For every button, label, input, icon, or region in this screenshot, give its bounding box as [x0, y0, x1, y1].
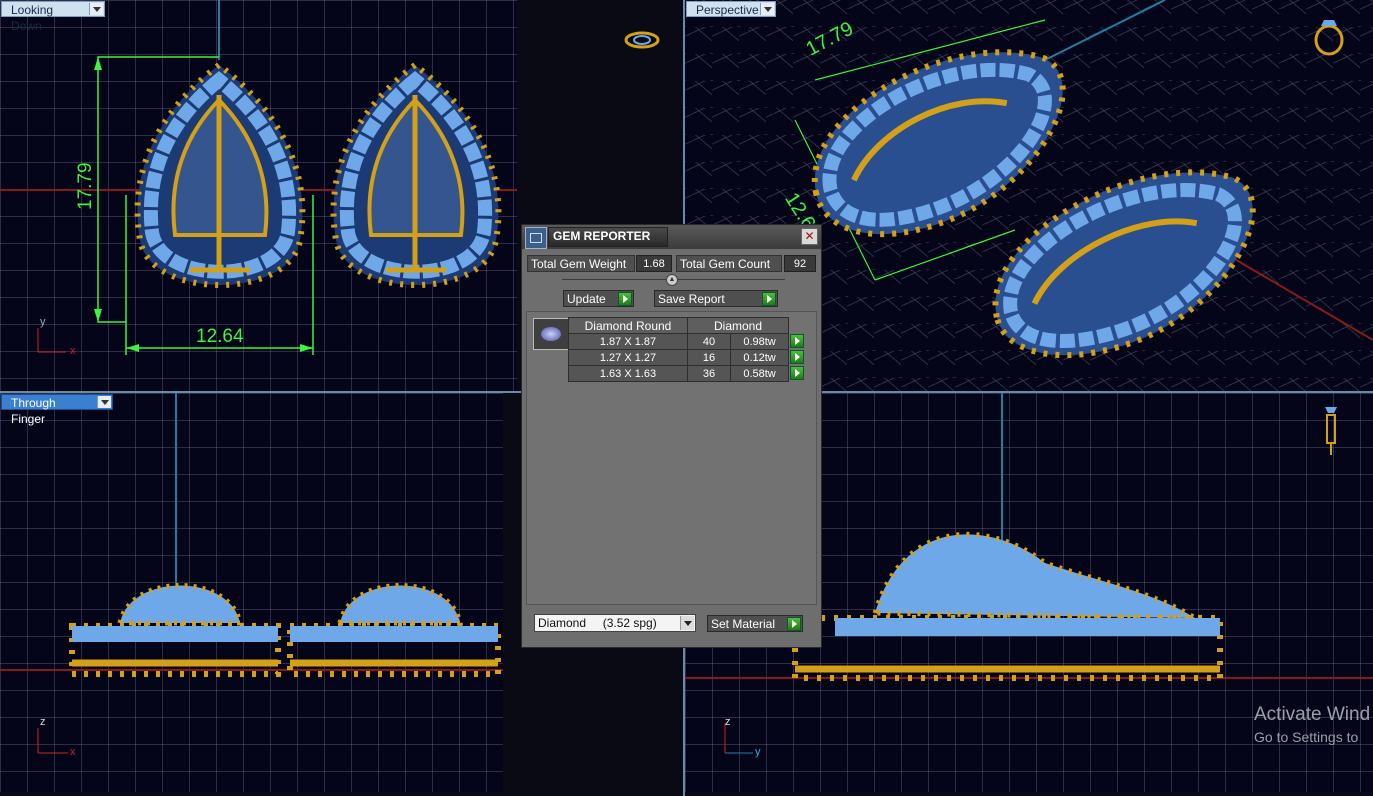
- go-arrow-icon: [790, 349, 804, 364]
- dropdown-arrow-icon[interactable]: [680, 616, 694, 630]
- row-go-button[interactable]: [789, 365, 807, 382]
- ring-side-icon: [1325, 407, 1337, 455]
- axis-z-label: z: [40, 716, 46, 728]
- viewport-tab-perspective[interactable]: Perspective: [686, 1, 776, 17]
- material-select[interactable]: Diamond (3.52 spg): [534, 614, 696, 632]
- dropdown-arrow-icon[interactable]: [89, 3, 103, 15]
- gem-reporter-dialog: GEM REPORTER ✕ Total Gem Weight 1.68 Tot…: [521, 224, 822, 648]
- dialog-title: GEM REPORTER: [548, 227, 668, 247]
- gem-weight: 0.12tw: [730, 349, 789, 366]
- go-arrow-icon: [618, 292, 632, 306]
- dropdown-arrow-icon[interactable]: [760, 3, 774, 15]
- gem-count: 40: [686, 333, 732, 350]
- dialog-titlebar[interactable]: GEM REPORTER ✕: [522, 225, 821, 249]
- viewport-tab-looking-down[interactable]: Looking Down: [1, 1, 105, 33]
- update-label: Update: [567, 292, 606, 306]
- gem-count: 16: [686, 349, 732, 366]
- ring-perspective-icon: [1314, 20, 1344, 56]
- gem-table: Diamond Round Diamond 1.87 X 1.87 40 0.9…: [568, 317, 807, 382]
- axis-y-label: y: [755, 746, 761, 758]
- dropdown-arrow-icon[interactable]: [97, 396, 111, 408]
- gem-size: 1.63 X 1.63: [568, 365, 688, 382]
- viewport-looking-down[interactable]: 17.79 12.64 y x Looking Down: [0, 0, 517, 391]
- go-arrow-icon: [790, 333, 804, 348]
- set-material-label: Set Material: [711, 617, 776, 631]
- gem-list-panel: Diamond Round Diamond 1.87 X 1.87 40 0.9…: [526, 311, 817, 605]
- activation-watermark-title: Activate Wind: [1254, 704, 1371, 725]
- dimension-height: 17.79: [75, 162, 96, 210]
- set-material-button[interactable]: Set Material: [707, 615, 803, 632]
- ring-top-icon: [624, 31, 660, 49]
- table-row[interactable]: 1.63 X 1.63 36 0.58tw: [568, 365, 807, 382]
- total-gem-weight-value: 1.68: [636, 255, 672, 272]
- material-select-value: Diamond (3.52 spg): [538, 616, 657, 630]
- total-gem-weight-label: Total Gem Weight: [527, 255, 635, 272]
- go-arrow-icon: [762, 292, 776, 306]
- gem-size: 1.27 X 1.27: [568, 349, 688, 366]
- collapse-icon[interactable]: ▲: [666, 274, 678, 286]
- go-arrow-icon: [787, 617, 801, 631]
- update-button[interactable]: Update: [563, 290, 634, 307]
- total-gem-count-label: Total Gem Count: [676, 255, 782, 272]
- viewport-tab-through-finger[interactable]: Through Finger: [1, 394, 113, 426]
- gem-count: 36: [686, 365, 732, 382]
- gem-weight: 0.98tw: [730, 333, 789, 350]
- table-row[interactable]: 1.87 X 1.87 40 0.98tw: [568, 333, 807, 350]
- save-report-label: Save Report: [658, 292, 725, 306]
- axis-y-label: y: [40, 316, 46, 328]
- viewport-label: Perspective: [696, 3, 759, 17]
- gem-weight: 0.58tw: [730, 365, 789, 382]
- gem-size: 1.87 X 1.87: [568, 333, 688, 350]
- row-go-button[interactable]: [789, 349, 807, 366]
- column-header-shape: Diamond Round: [568, 317, 688, 334]
- close-icon[interactable]: ✕: [801, 228, 818, 245]
- gem-thumbnail-icon[interactable]: [533, 318, 569, 350]
- axis-z-label: z: [725, 716, 731, 728]
- save-report-button[interactable]: Save Report: [654, 290, 778, 307]
- column-header-material: Diamond: [687, 317, 789, 334]
- axis-x-label: x: [70, 345, 76, 357]
- activation-watermark-subtitle: Go to Settings to: [1254, 729, 1359, 745]
- axis-x-label: x: [70, 746, 76, 758]
- go-arrow-icon: [790, 365, 804, 380]
- dimension-width: 12.64: [196, 326, 244, 347]
- table-row[interactable]: 1.27 X 1.27 16 0.12tw: [568, 349, 807, 366]
- gem-reporter-icon: [525, 227, 547, 249]
- total-gem-count-value: 92: [784, 255, 816, 272]
- earring-front-view: [0, 393, 503, 754]
- viewport-through-finger[interactable]: z x Through Finger: [0, 393, 503, 792]
- row-go-button[interactable]: [789, 333, 807, 350]
